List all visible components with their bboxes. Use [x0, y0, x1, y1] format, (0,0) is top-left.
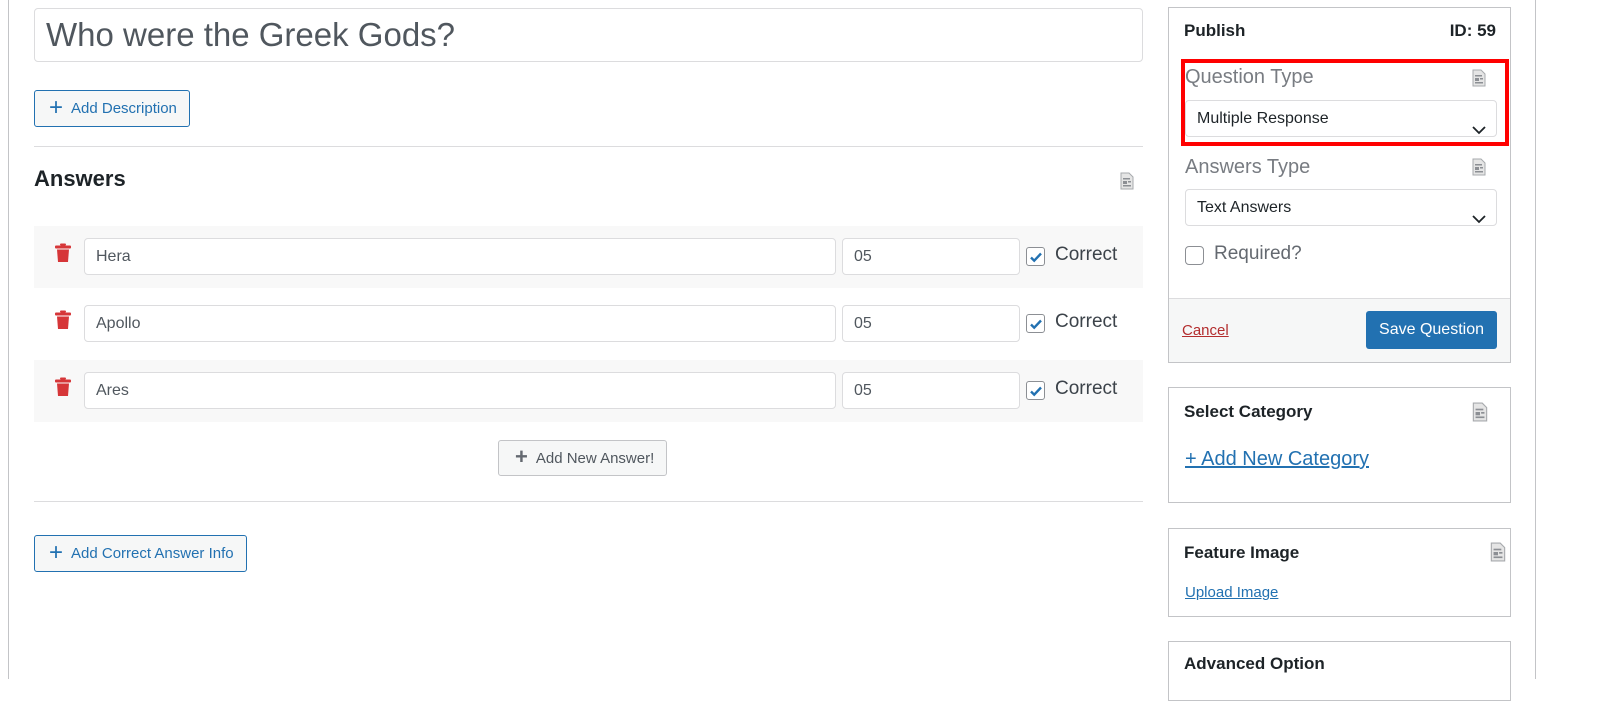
advanced-option-title: Advanced Option [1184, 654, 1325, 673]
correct-checkbox[interactable] [1026, 247, 1045, 266]
document-icon[interactable] [1472, 402, 1488, 427]
upload-image-link[interactable]: Upload Image [1185, 584, 1278, 601]
add-new-category-link[interactable]: + Add New Category [1185, 448, 1369, 471]
divider [34, 146, 1143, 147]
trash-icon[interactable] [54, 243, 72, 263]
answers-type-select[interactable]: Text Answers [1185, 189, 1497, 226]
category-title: Select Category [1184, 402, 1313, 421]
answer-text-input[interactable]: Apollo [84, 305, 836, 342]
add-description-label: Add Description [71, 100, 177, 117]
document-icon[interactable] [1490, 542, 1506, 567]
category-box: Select Category + Add New Category [1168, 387, 1511, 503]
answer-row: Ares 05 Correct [34, 360, 1143, 422]
cancel-link[interactable]: Cancel [1182, 322, 1229, 339]
trash-icon[interactable] [54, 310, 72, 330]
document-icon[interactable] [1472, 158, 1486, 181]
correct-checkbox[interactable] [1026, 314, 1045, 333]
correct-label: Correct [1055, 244, 1118, 265]
answer-row: Hera 05 Correct [34, 226, 1143, 288]
answers-type-value: Text Answers [1197, 199, 1292, 216]
question-editor: Who were the Greek Gods? + Add Descripti… [34, 8, 1143, 572]
question-type-value: Multiple Response [1197, 110, 1329, 127]
add-new-answer-label: Add New Answer! [535, 449, 655, 467]
add-correct-answer-info-label: Add Correct Answer Info [71, 545, 234, 562]
advanced-option-box: Advanced Option [1168, 641, 1511, 701]
plus-icon: + [515, 444, 528, 469]
divider [34, 501, 1143, 502]
frame-border-left [8, 0, 9, 679]
question-id: ID: 59 [1449, 21, 1496, 40]
answers-heading: Answers [34, 166, 126, 191]
plus-icon: + [49, 538, 64, 566]
answer-row: Apollo 05 Correct [34, 293, 1143, 355]
save-question-button[interactable]: Save Question [1366, 311, 1497, 349]
answers-type-label: Answers Type [1185, 156, 1311, 178]
answer-points-input[interactable]: 05 [842, 238, 1020, 275]
publish-box: Publish ID: 59 Question Type Multiple Re… [1168, 7, 1511, 363]
correct-label: Correct [1055, 378, 1118, 399]
feature-image-title: Feature Image [1184, 543, 1300, 562]
add-new-answer-button[interactable]: + Add New Answer! [498, 440, 668, 476]
answer-text-input[interactable]: Ares [84, 372, 836, 409]
plus-icon: + [49, 93, 64, 121]
document-icon[interactable] [1472, 69, 1486, 92]
trash-icon[interactable] [54, 377, 72, 397]
required-label: Required? [1214, 243, 1302, 264]
correct-checkbox[interactable] [1026, 381, 1045, 400]
required-checkbox[interactable] [1185, 246, 1204, 265]
publish-title: Publish [1184, 21, 1246, 40]
frame-border-right [1535, 0, 1536, 679]
publish-footer: Cancel Save Question [1169, 298, 1510, 362]
feature-image-box: Feature Image Upload Image [1168, 528, 1511, 617]
add-description-button[interactable]: + Add Description [34, 90, 190, 127]
chevron-down-icon [1472, 113, 1486, 148]
question-type-label: Question Type [1185, 66, 1314, 88]
document-icon[interactable] [1120, 172, 1134, 195]
answer-text-input[interactable]: Hera [84, 238, 836, 275]
checkmark-icon [1030, 252, 1042, 263]
add-correct-answer-info-button[interactable]: + Add Correct Answer Info [34, 535, 247, 572]
answer-points-input[interactable]: 05 [842, 372, 1020, 409]
checkmark-icon [1030, 386, 1042, 397]
chevron-down-icon [1472, 202, 1486, 237]
question-type-select[interactable]: Multiple Response [1185, 100, 1497, 137]
question-title-input[interactable]: Who were the Greek Gods? [34, 8, 1143, 62]
answer-points-input[interactable]: 05 [842, 305, 1020, 342]
checkmark-icon [1030, 319, 1042, 330]
correct-label: Correct [1055, 311, 1118, 332]
